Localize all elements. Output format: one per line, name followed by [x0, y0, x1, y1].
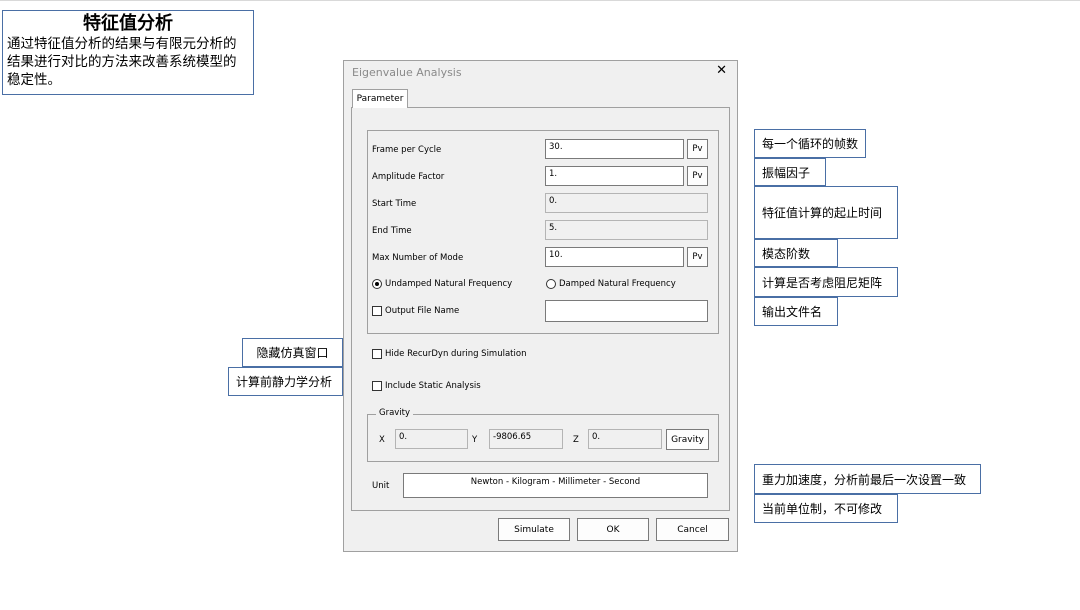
callout-modes: 模态阶数 — [754, 239, 838, 267]
callout-hide: 隐藏仿真窗口 — [242, 338, 343, 367]
amplitude-factor-pv-button[interactable]: Pv — [687, 166, 708, 186]
gravity-y-input: -9806.65 — [489, 429, 563, 449]
damped-radio-label: Damped Natural Frequency — [559, 279, 676, 289]
close-icon[interactable]: ✕ — [716, 63, 727, 78]
frame-per-cycle-label: Frame per Cycle — [372, 145, 442, 155]
callout-damping: 计算是否考虑阻尼矩阵 — [754, 267, 898, 297]
frame-per-cycle-input[interactable]: 30. — [545, 139, 684, 159]
unit-label: Unit — [372, 481, 390, 491]
amplitude-factor-label: Amplitude Factor — [372, 172, 445, 182]
callout-amplitude: 振幅因子 — [754, 158, 826, 186]
max-mode-pv-button[interactable]: Pv — [687, 247, 708, 267]
callout-gravity: 重力加速度，分析前最后一次设置一致 — [754, 464, 981, 494]
max-mode-label: Max Number of Mode — [372, 253, 464, 263]
ok-button[interactable]: OK — [577, 518, 649, 541]
callout-static: 计算前静力学分析 — [228, 367, 343, 396]
dialog-title: Eigenvalue Analysis — [352, 66, 462, 79]
undamped-radio[interactable] — [372, 279, 382, 289]
simulate-button[interactable]: Simulate — [498, 518, 570, 541]
callout-time-range: 特征值计算的起止时间 — [754, 186, 898, 239]
eigenvalue-analysis-dialog: Eigenvalue Analysis ✕ Parameter Frame pe… — [343, 60, 738, 552]
gravity-button[interactable]: Gravity — [666, 429, 709, 450]
intro-body: 通过特征值分析的结果与有限元分析的结果进行对比的方法来改善系统模型的稳定性。 — [7, 36, 237, 88]
max-mode-input[interactable]: 10. — [545, 247, 684, 267]
tab-parameter[interactable]: Parameter — [352, 89, 408, 108]
top-divider — [0, 0, 1080, 1]
hide-recurdyn-label: Hide RecurDyn during Simulation — [385, 349, 527, 359]
callout-output: 输出文件名 — [754, 297, 838, 326]
gravity-z-input: 0. — [588, 429, 662, 449]
gravity-x-input: 0. — [395, 429, 468, 449]
end-time-input: 5. — [545, 220, 708, 240]
end-time-label: End Time — [372, 226, 412, 236]
gravity-z-label: Z — [573, 435, 579, 445]
gravity-y-label: Y — [472, 435, 478, 445]
undamped-radio-label: Undamped Natural Frequency — [385, 279, 513, 289]
include-static-checkbox[interactable] — [372, 381, 382, 391]
cancel-button[interactable]: Cancel — [656, 518, 729, 541]
output-file-label: Output File Name — [385, 306, 460, 316]
start-time-label: Start Time — [372, 199, 417, 209]
intro-title: 特征值分析 — [83, 13, 173, 34]
start-time-input: 0. — [545, 193, 708, 213]
damped-radio[interactable] — [546, 279, 556, 289]
parameter-panel: Frame per Cycle 30. Pv Amplitude Factor … — [351, 107, 730, 511]
gravity-x-label: X — [379, 435, 385, 445]
unit-display: Newton - Kilogram - Millimeter - Second — [403, 473, 708, 498]
include-static-label: Include Static Analysis — [385, 381, 481, 391]
output-file-checkbox[interactable] — [372, 306, 382, 316]
output-file-input[interactable] — [545, 300, 708, 322]
callout-frames: 每一个循环的帧数 — [754, 129, 867, 158]
frame-per-cycle-pv-button[interactable]: Pv — [687, 139, 708, 159]
gravity-group-title: Gravity — [376, 408, 414, 418]
callout-unit: 当前单位制，不可修改 — [754, 494, 898, 523]
amplitude-factor-input[interactable]: 1. — [545, 166, 684, 186]
hide-recurdyn-checkbox[interactable] — [372, 349, 382, 359]
intro-box: 特征值分析 通过特征值分析的结果与有限元分析的结果进行对比的方法来改善系统模型的… — [2, 10, 254, 95]
